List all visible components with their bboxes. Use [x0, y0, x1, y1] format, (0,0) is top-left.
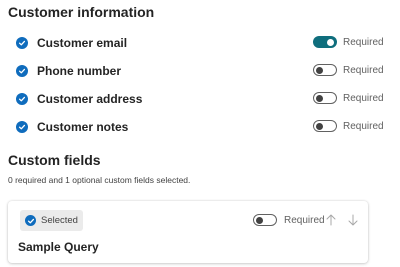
required-label: Required [343, 93, 384, 104]
custom-field-card[interactable]: Selected Sample Query Required [8, 201, 368, 263]
field-label: Phone number [37, 64, 122, 78]
required-label: Required [284, 215, 325, 226]
arrow-down-icon[interactable] [347, 213, 359, 227]
field-row-customer-address: Customer address Required [16, 91, 396, 107]
required-toggle[interactable] [313, 120, 337, 132]
arrow-up-icon[interactable] [325, 213, 337, 227]
field-row-phone-number: Phone number Required [16, 63, 396, 79]
section-title-custom-fields: Custom fields [8, 152, 101, 168]
required-label: Required [343, 37, 384, 48]
required-toggle[interactable] [313, 92, 337, 104]
required-toggle[interactable] [313, 64, 337, 76]
field-row-customer-notes: Customer notes Required [16, 119, 396, 135]
checkmark-icon[interactable] [16, 121, 28, 133]
checkmark-icon[interactable] [16, 93, 28, 105]
selected-badge[interactable]: Selected [20, 210, 83, 231]
custom-field-name: Sample Query [18, 240, 99, 254]
checkmark-icon[interactable] [16, 37, 28, 49]
field-label: Customer notes [37, 120, 129, 134]
field-label: Customer email [37, 36, 128, 50]
required-toggle[interactable] [253, 214, 277, 226]
field-row-customer-email: Customer email Required [16, 35, 396, 51]
required-toggle[interactable] [313, 36, 337, 48]
required-label: Required [343, 65, 384, 76]
custom-fields-summary: 0 required and 1 optional custom fields … [8, 175, 191, 185]
selected-badge-label: Selected [41, 215, 78, 226]
required-label: Required [343, 121, 384, 132]
field-label: Customer address [37, 92, 143, 106]
checkmark-icon[interactable] [16, 65, 28, 77]
section-title-customer-information: Customer information [8, 4, 155, 20]
checkmark-icon [25, 215, 36, 226]
